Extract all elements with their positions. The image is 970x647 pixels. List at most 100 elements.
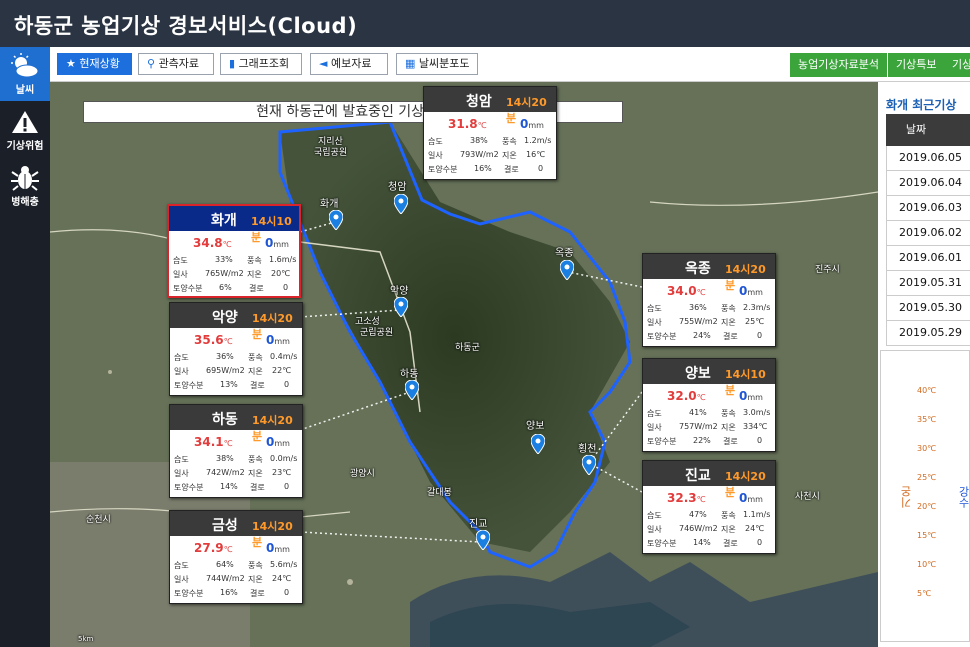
station-name: 화개 bbox=[211, 213, 237, 229]
pin-label-yangbo: 양보 bbox=[526, 421, 545, 432]
station-soil-temp: 16℃ bbox=[526, 150, 546, 159]
y-tick: 40℃ bbox=[917, 386, 937, 395]
station-name: 양보 bbox=[685, 366, 711, 382]
map-label-hadong-gun: 하동군 bbox=[455, 343, 480, 353]
table-row[interactable]: 2019.05.29 bbox=[886, 321, 970, 346]
wind-label: 풍속 bbox=[248, 353, 263, 362]
station-card-okjong[interactable]: 옥종 14시20분 34.0℃ 0mm 습도 36% 풍속 2.3m/s 일사 755W/… bbox=[642, 253, 776, 347]
megaphone-icon: ◄ bbox=[319, 57, 331, 70]
station-soil-temp: 24℃ bbox=[745, 524, 765, 533]
station-soil-moist: 13% bbox=[220, 380, 238, 389]
y-tick: 10℃ bbox=[917, 560, 937, 569]
graph-view-button[interactable]: ▮ 그래프조회 bbox=[220, 53, 302, 75]
table-row[interactable]: 2019.06.05 bbox=[886, 146, 970, 171]
station-sun: 793W/m2 bbox=[460, 150, 499, 159]
temp-unit: ℃ bbox=[477, 121, 487, 130]
station-card-akyang[interactable]: 악양 14시20분 35.6℃ 0mm 습도 36% 풍속 0.4m/s 일사 695W/… bbox=[169, 302, 303, 396]
map-pin-hadong[interactable] bbox=[405, 380, 419, 400]
station-wind: 0.0m/s bbox=[270, 454, 298, 463]
rain-unit: mm bbox=[747, 495, 763, 504]
station-card-yangbo[interactable]: 양보 14시10분 32.0℃ 0mm 습도 41% 풍속 3.0m/s 일사 757W/… bbox=[642, 358, 776, 452]
pin-label-jingyo: 진교 bbox=[469, 519, 488, 530]
pin-label-okjong: 옥종 bbox=[555, 248, 574, 259]
station-hum: 38% bbox=[470, 136, 488, 145]
station-soil-moist: 16% bbox=[220, 588, 238, 597]
map-pin-cheongam[interactable] bbox=[394, 194, 408, 214]
station-temp: 35.6 bbox=[194, 333, 224, 347]
dew-label: 결로 bbox=[250, 381, 265, 390]
station-card-jingyo[interactable]: 진교 14시20분 32.3℃ 0mm 습도 47% 풍속 1.1m/s 일사 746W/… bbox=[642, 460, 776, 554]
pin-label-cheongam: 청암 bbox=[388, 182, 407, 193]
map-pin-yangbo[interactable] bbox=[531, 434, 545, 454]
table-row[interactable]: 2019.06.01 bbox=[886, 246, 970, 271]
map-pin-jingyo[interactable] bbox=[476, 530, 490, 550]
table-row[interactable]: 2019.06.04 bbox=[886, 171, 970, 196]
station-wind: 0.4m/s bbox=[270, 352, 298, 361]
weather-distribution-button[interactable]: ▦ 날씨분포도 bbox=[396, 53, 478, 75]
table-row[interactable]: 2019.06.02 bbox=[886, 221, 970, 246]
station-wind: 2.3m/s bbox=[743, 303, 771, 312]
station-temp: 31.8 bbox=[448, 117, 478, 131]
station-card-cheongam[interactable]: 청암 14시20분 31.8℃ 0mm 습도 38% 풍속 1.2m/s 일사 793W/… bbox=[423, 86, 557, 180]
sun-label: 일사 bbox=[647, 423, 662, 432]
dew-label: 결로 bbox=[249, 284, 264, 293]
map-pin-akyang[interactable] bbox=[394, 297, 408, 317]
station-name: 금성 bbox=[212, 518, 238, 534]
weather-button[interactable]: 기상 bbox=[944, 53, 970, 77]
map-pin-hoengcheon[interactable] bbox=[582, 455, 596, 475]
station-temp: 34.0 bbox=[667, 284, 697, 298]
forecast-data-button[interactable]: ◄ 예보자료 bbox=[310, 53, 388, 75]
agri-weather-analysis-button[interactable]: 농업기상자료분석 bbox=[790, 53, 887, 77]
map-view[interactable]: 현재 하동군에 발효중인 기상특보 지리산 국립공원 청암 화개 악양 옥종 하… bbox=[50, 82, 878, 647]
hum-label: 습도 bbox=[173, 256, 188, 265]
sun-label: 일사 bbox=[173, 270, 188, 279]
weather-warning-button[interactable]: 기상특보 bbox=[888, 53, 945, 77]
temp-unit: ℃ bbox=[696, 393, 706, 402]
station-hum: 47% bbox=[689, 510, 707, 519]
table-row[interactable]: 2019.05.30 bbox=[886, 296, 970, 321]
sun-label: 일사 bbox=[428, 151, 443, 160]
station-soil-moist: 22% bbox=[693, 436, 711, 445]
soil-temp-label: 지온 bbox=[721, 525, 736, 534]
map-pin-okjong[interactable] bbox=[560, 260, 574, 280]
sidebar-item-weather[interactable]: 날씨 bbox=[0, 47, 50, 101]
rain-unit: mm bbox=[747, 393, 763, 402]
current-status-button[interactable]: ★ 현재상황 bbox=[57, 53, 132, 75]
station-soil-temp: 22℃ bbox=[272, 366, 292, 375]
rain-unit: mm bbox=[274, 545, 290, 554]
table-row[interactable]: 2019.06.03 bbox=[886, 196, 970, 221]
station-temp: 34.8 bbox=[193, 236, 223, 250]
observation-data-label: 관측자료 bbox=[158, 57, 200, 70]
sidebar-item-pests[interactable]: 병해충 bbox=[0, 159, 50, 213]
sidebar: 날씨 기상위험 병해충 bbox=[0, 47, 50, 647]
soil-moist-label: 토양수분 bbox=[647, 437, 677, 446]
hum-label: 습도 bbox=[647, 304, 662, 313]
temp-unit: ℃ bbox=[223, 545, 233, 554]
soil-temp-label: 지온 bbox=[502, 151, 517, 160]
rain-unit: mm bbox=[274, 439, 290, 448]
station-name: 하동 bbox=[212, 412, 238, 428]
wind-label: 풍속 bbox=[502, 137, 517, 146]
soil-temp-label: 지온 bbox=[721, 318, 736, 327]
observation-data-button[interactable]: ⚲ 관측자료 bbox=[138, 53, 214, 75]
app-title: 하동군 농업기상 경보서비스(Cloud) bbox=[14, 14, 358, 38]
station-card-geumseong[interactable]: 금성 14시20분 27.9℃ 0mm 습도 64% 풍속 5.6m/s 일사 744W/… bbox=[169, 510, 303, 604]
hum-label: 습도 bbox=[174, 561, 189, 570]
y-tick: 25℃ bbox=[917, 473, 937, 482]
station-dew: 0 bbox=[757, 331, 763, 340]
station-card-hwagae[interactable]: 화개 14시10분 34.8℃ 0mm 습도 33% 풍속 1.6m/s 일사 765W/… bbox=[167, 204, 301, 298]
sidebar-item-weather-risk[interactable]: 기상위험 bbox=[0, 103, 50, 157]
station-dew: 0 bbox=[284, 380, 290, 389]
wind-label: 풍속 bbox=[721, 511, 736, 520]
pin-label-hwagae: 화개 bbox=[320, 199, 339, 210]
station-card-hadong[interactable]: 하동 14시20분 34.1℃ 0mm 습도 38% 풍속 0.0m/s 일사 742W/… bbox=[169, 404, 303, 498]
hum-label: 습도 bbox=[174, 455, 189, 464]
dew-label: 결로 bbox=[723, 437, 738, 446]
map-pin-hwagae[interactable] bbox=[329, 210, 343, 230]
search-icon: ⚲ bbox=[147, 57, 159, 70]
station-wind: 1.6m/s bbox=[269, 255, 297, 264]
sun-label: 일사 bbox=[647, 318, 662, 327]
map-label-suncheon: 순천시 bbox=[86, 515, 111, 525]
station-name: 진교 bbox=[685, 468, 711, 484]
table-row[interactable]: 2019.05.31 bbox=[886, 271, 970, 296]
